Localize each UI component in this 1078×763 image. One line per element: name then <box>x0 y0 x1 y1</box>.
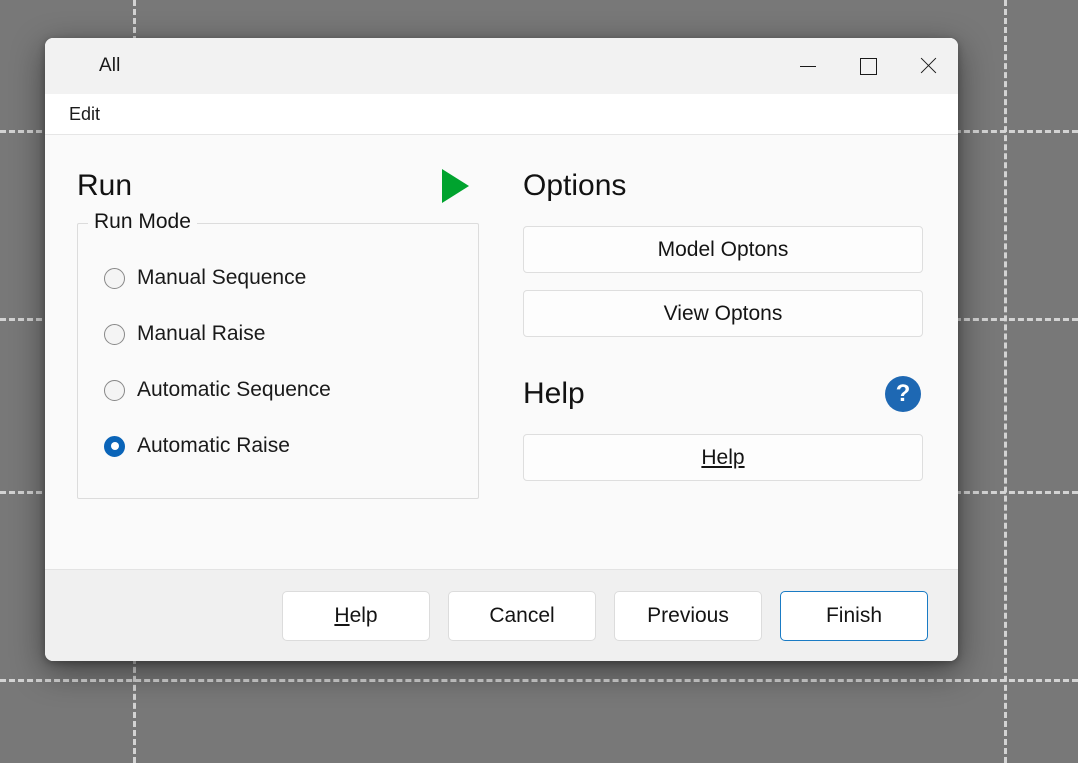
options-section-header: Options <box>523 163 923 209</box>
guide-line-horizontal-bottom <box>0 679 1078 682</box>
menu-item-edit[interactable]: Edit <box>59 101 110 128</box>
options-title: Options <box>523 169 627 202</box>
radio-indicator <box>104 267 125 289</box>
radio-indicator <box>104 323 125 345</box>
run-title: Run <box>77 169 133 202</box>
help-title: Help <box>523 377 585 410</box>
terrain-td-icon <box>61 54 87 78</box>
close-icon <box>919 57 937 75</box>
menu-bar: Edit <box>45 94 958 135</box>
view-options-button[interactable]: View Optons <box>523 290 923 337</box>
guide-line-vertical-right <box>1004 0 1007 763</box>
footer-help-label-rest: elp <box>349 603 378 627</box>
dialog-window: All Edit Run Run Mode Manual Sequence Ma… <box>45 38 958 661</box>
radio-indicator-selected <box>104 435 125 457</box>
play-triangle-icon[interactable] <box>442 169 469 203</box>
footer-finish-button[interactable]: Finish <box>780 590 928 641</box>
radio-option-manual-sequence[interactable]: Manual Sequence <box>78 250 478 306</box>
footer-previous-label: Previous <box>647 603 729 627</box>
radio-option-automatic-raise[interactable]: Automatic Raise <box>78 418 478 474</box>
dialog-footer: Help Cancel Previous Finish <box>45 569 958 661</box>
question-mark-circle-icon[interactable]: ? <box>885 376 921 412</box>
help-section: Help ? Help <box>523 371 923 481</box>
radio-label: Manual Raise <box>137 322 266 345</box>
title-bar-left: All <box>45 54 120 78</box>
help-button[interactable]: Help <box>523 434 923 481</box>
footer-help-button[interactable]: Help <box>282 590 430 641</box>
title-bar[interactable]: All <box>45 38 958 94</box>
footer-finish-label: Finish <box>825 603 883 627</box>
run-mode-groupbox: Run Mode Manual Sequence Manual Raise Au… <box>77 210 479 499</box>
radio-option-automatic-sequence[interactable]: Automatic Sequence <box>78 362 478 418</box>
view-options-label: View Optons <box>663 301 783 325</box>
footer-previous-button[interactable]: Previous <box>614 590 762 641</box>
footer-cancel-label: Cancel <box>489 603 555 627</box>
radio-option-manual-raise[interactable]: Manual Raise <box>78 306 478 362</box>
radio-label: Manual Sequence <box>137 266 307 289</box>
footer-cancel-button[interactable]: Cancel <box>448 590 596 641</box>
window-controls <box>778 38 958 94</box>
radio-label: Automatic Raise <box>137 434 290 457</box>
minimize-icon <box>800 65 816 67</box>
dialog-body: Run Run Mode Manual Sequence Manual Rais… <box>45 135 958 569</box>
run-mode-group-label: Run Mode <box>88 210 197 234</box>
screen: All Edit Run Run Mode Manual Sequence Ma… <box>0 0 1078 763</box>
model-options-label: Model Optons <box>657 237 789 261</box>
run-section-header: Run <box>77 163 479 209</box>
minimize-button[interactable] <box>778 38 838 94</box>
window-title: All <box>99 55 121 76</box>
model-options-button[interactable]: Model Optons <box>523 226 923 273</box>
options-column: Options Model Optons View Optons Help ? … <box>523 163 923 569</box>
help-button-label: Help <box>701 445 745 469</box>
help-section-header: Help ? <box>523 371 923 417</box>
close-button[interactable] <box>898 38 958 94</box>
radio-indicator <box>104 379 125 401</box>
radio-label: Automatic Sequence <box>137 378 331 401</box>
maximize-icon <box>859 57 877 75</box>
run-column: Run Run Mode Manual Sequence Manual Rais… <box>77 163 479 569</box>
maximize-button[interactable] <box>838 38 898 94</box>
footer-help-mnemonic: H <box>334 603 350 627</box>
